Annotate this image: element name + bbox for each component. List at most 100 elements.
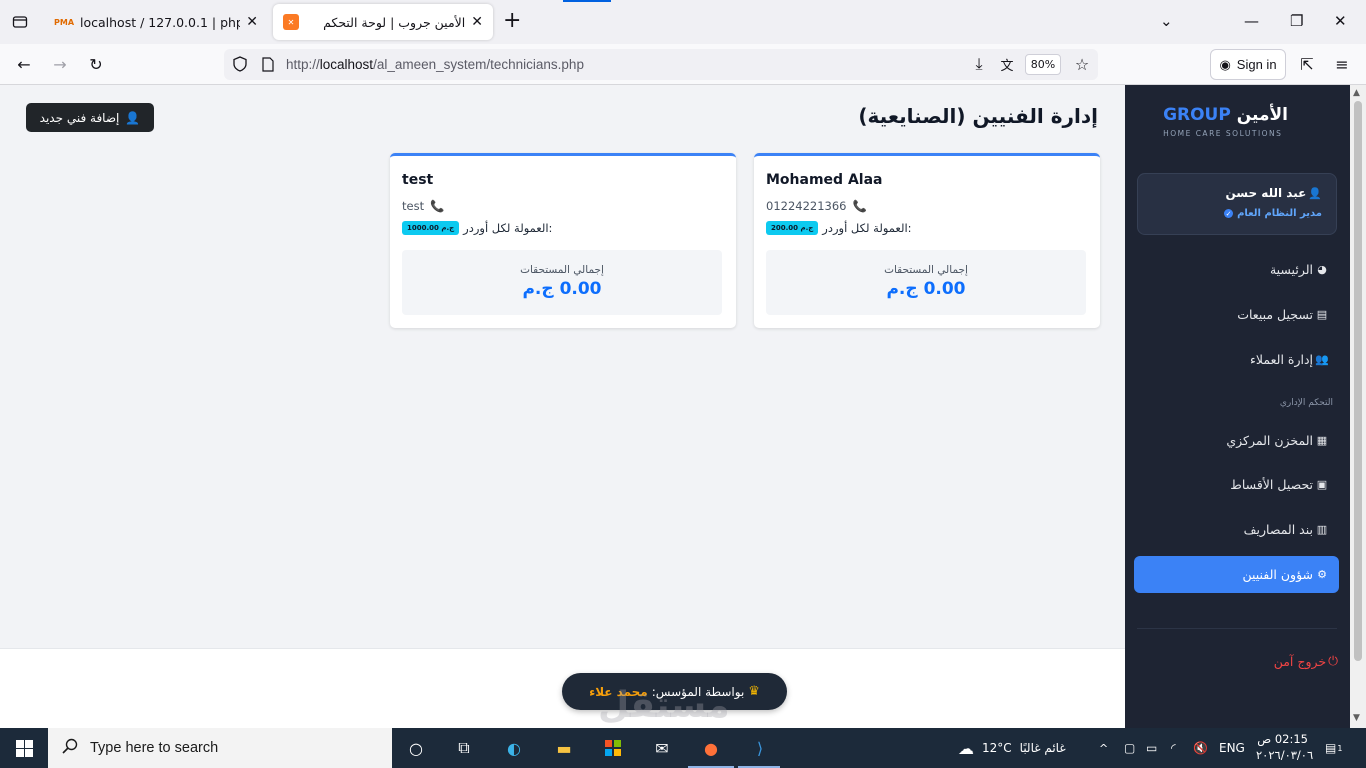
dues-box: إجمالي المستحقات 0.00 ج.م — [402, 250, 722, 315]
cash-register-icon: ▤ — [1316, 308, 1328, 321]
phone-icon: 📞 — [430, 199, 445, 213]
battery-icon[interactable]: ▭ — [1146, 728, 1157, 768]
add-technician-button[interactable]: 👤 إضافة فني جديد — [26, 103, 154, 132]
hamburger-menu-icon[interactable]: ≡ — [1332, 54, 1352, 74]
mail-icon[interactable]: ✉ — [647, 734, 677, 762]
sidebar: الأمين GROUP HOME CARE SOLUTIONS 👤 عبد ا… — [1125, 85, 1350, 728]
notification-count: 1 — [1337, 743, 1343, 753]
tab-phpmyadmin[interactable]: PMA localhost / 127.0.0.1 | phpMyAd ✕ — [46, 4, 268, 40]
firefox-icon[interactable]: ● — [696, 734, 726, 762]
tab-overflow-chevron-icon[interactable]: ⌄ — [1160, 12, 1173, 30]
sidebar-item-sales[interactable]: ▤ تسجيل مبيعات — [1134, 296, 1339, 333]
scroll-down-arrow-icon[interactable]: ▼ — [1353, 713, 1360, 723]
clock-date: ٢٠٢٦/٠٣/٠٦ — [1256, 748, 1314, 762]
reload-icon[interactable]: ↻ — [86, 54, 106, 74]
search-icon — [62, 738, 78, 758]
microsoft-store-icon[interactable] — [598, 734, 628, 762]
sidebar-item-expenses[interactable]: ▥ بند المصاريف — [1134, 511, 1339, 548]
page-scrollbar[interactable]: ▲ ▼ — [1350, 85, 1366, 728]
user-gear-icon: ⚙ — [1317, 568, 1327, 581]
extensions-icon[interactable]: ⇱ — [1297, 54, 1317, 74]
verified-check-icon: ✓ — [1224, 209, 1234, 218]
account-icon: ◉ — [1219, 56, 1231, 72]
commission-label: العمولة لكل أوردر: — [463, 221, 553, 235]
pie-chart-icon: ◕ — [1317, 263, 1327, 276]
sidebar-item-label: إدارة العملاء — [1250, 352, 1313, 367]
wifi-icon[interactable]: ◜ — [1171, 728, 1176, 768]
add-technician-label: إضافة فني جديد — [39, 110, 120, 125]
logout-button[interactable]: ⏻ خروج آمن — [1274, 653, 1338, 669]
sidebar-item-label: تحصيل الأقساط — [1230, 477, 1313, 492]
user-plus-icon: 👤 — [125, 110, 141, 125]
phone-number: 01224221366 — [766, 199, 847, 213]
main-content: إدارة الفنيين (الصنايعية) 👤 إضافة فني جد… — [0, 85, 1125, 648]
notifications-icon[interactable]: ▤ 1 — [1325, 728, 1342, 768]
sidebar-item-customers[interactable]: 👥 إدارة العملاء — [1134, 341, 1339, 378]
admin-section-label: التحكم الإداري — [1279, 398, 1333, 408]
shield-icon[interactable] — [230, 54, 250, 74]
url-text[interactable]: http://localhost/al_ameen_system/technic… — [286, 57, 584, 72]
back-arrow-icon[interactable]: ← — [14, 54, 34, 74]
receipt-icon: ▥ — [1316, 523, 1328, 536]
show-hidden-icons-chevron-icon[interactable]: ^ — [1099, 728, 1108, 768]
crown-icon: ♛ — [748, 684, 760, 699]
clock-time: 02:15 ص — [1257, 732, 1308, 746]
windows-start-button[interactable] — [0, 728, 48, 768]
sidebar-item-warehouse[interactable]: ▦ المخزن المركزي — [1134, 422, 1339, 459]
brand-tagline: HOME CARE SOLUTIONS — [1163, 129, 1283, 138]
tab-dashboard[interactable]: ✕ الأمين جروب | لوحة التحكم ✕ — [273, 4, 493, 40]
browser-tabstrip: PMA localhost / 127.0.0.1 | phpMyAd ✕ ✕ … — [0, 0, 1366, 44]
taskbar-search-box[interactable]: Type here to search — [48, 728, 392, 768]
windows-taskbar: Type here to search ○ ⧉ ◐ ▬ ✉ ● ⟩ ☁ 12°C… — [0, 728, 1366, 768]
xampp-favicon-icon: ✕ — [283, 14, 299, 30]
scroll-thumb[interactable] — [1354, 101, 1362, 661]
technician-name: Mohamed Alaa — [766, 172, 883, 188]
search-placeholder: Type here to search — [90, 740, 219, 756]
url-bar[interactable]: http://localhost/al_ameen_system/technic… — [224, 49, 1098, 80]
task-view-icon[interactable]: ⧉ — [449, 734, 479, 762]
cortana-icon[interactable]: ○ — [401, 734, 431, 762]
language-indicator[interactable]: ENG — [1219, 728, 1245, 768]
sidebar-item-label: شؤون الفنيين — [1242, 567, 1313, 582]
zoom-badge[interactable]: 80% — [1025, 54, 1061, 75]
restore-button[interactable]: ❐ — [1290, 12, 1303, 30]
vscode-icon[interactable]: ⟩ — [745, 734, 775, 762]
sidebar-item-home[interactable]: ◕ الرئيسية — [1134, 251, 1339, 288]
bookmark-star-icon[interactable]: ☆ — [1072, 54, 1092, 74]
phpmyadmin-favicon-icon: PMA — [54, 17, 75, 27]
sidebar-item-technicians[interactable]: ⚙ شؤون الفنيين — [1134, 556, 1339, 593]
user-card: 👤 عبد الله حسن مدير النظام العام ✓ — [1137, 173, 1337, 235]
close-tab-icon[interactable]: ✕ — [246, 14, 258, 30]
forward-arrow-icon[interactable]: → — [50, 54, 70, 74]
download-icon[interactable]: ⤓ — [969, 54, 989, 74]
network-tray-icon[interactable]: ▢ — [1124, 728, 1135, 768]
tab-list-icon[interactable] — [8, 10, 32, 34]
new-tab-button[interactable]: + — [503, 10, 521, 32]
user-role: مدير النظام العام — [1237, 208, 1322, 219]
volume-muted-icon[interactable]: 🔇 — [1193, 728, 1208, 768]
translate-icon[interactable]: 文 — [997, 54, 1017, 74]
page-icon[interactable] — [258, 54, 278, 74]
logout-label: خروج آمن — [1273, 653, 1327, 669]
edge-browser-icon[interactable]: ◐ — [499, 734, 529, 762]
technician-name: test — [402, 172, 434, 188]
technician-phone: 01224221366 📞 — [766, 199, 867, 213]
sign-in-button[interactable]: ◉ Sign in — [1210, 49, 1286, 80]
user-name: عبد الله حسن — [1225, 186, 1307, 200]
minimize-button[interactable]: — — [1244, 12, 1259, 30]
close-window-button[interactable]: ✕ — [1334, 12, 1347, 30]
money-bill-icon: ▣ — [1316, 478, 1328, 491]
close-tab-icon[interactable]: ✕ — [471, 14, 483, 30]
browser-navbar: ← → ↻ http://localhost/al_ameen_system/t… — [0, 44, 1366, 85]
system-clock[interactable]: 02:15 ص ٢٠٢٦/٠٣/٠٦ — [1256, 731, 1314, 763]
web-page: إدارة الفنيين (الصنايعية) 👤 إضافة فني جد… — [0, 85, 1366, 728]
file-explorer-icon[interactable]: ▬ — [549, 734, 579, 762]
brand-accent: GROUP — [1163, 105, 1231, 125]
commission-row: 1000.00 ج.م العمولة لكل أوردر: — [402, 221, 552, 235]
technician-card: test test 📞 1000.00 ج.م العمولة لكل أورد… — [390, 153, 736, 328]
page-title: إدارة الفنيين (الصنايعية) — [858, 104, 1098, 128]
sidebar-item-installments[interactable]: ▣ تحصيل الأقساط — [1134, 466, 1339, 503]
sign-in-label: Sign in — [1236, 57, 1277, 72]
weather-widget[interactable]: ☁ 12°C غائم غالبًا — [958, 728, 1066, 768]
scroll-up-arrow-icon[interactable]: ▲ — [1353, 88, 1360, 98]
